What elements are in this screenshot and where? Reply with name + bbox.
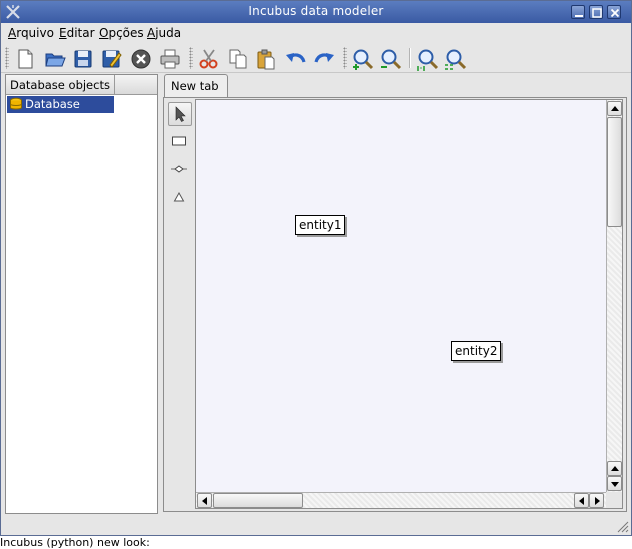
- relationship-tool-button[interactable]: [168, 158, 192, 182]
- tree-item-label: Database: [25, 97, 80, 111]
- menu-arquivo[interactable]: Arquivo: [8, 26, 54, 40]
- close-button[interactable]: [607, 5, 621, 19]
- cut-icon: [199, 49, 218, 69]
- scroll-left-button-right[interactable]: [574, 493, 589, 508]
- arrow-left-icon: [202, 497, 207, 505]
- paste-button[interactable]: [254, 47, 278, 71]
- scroll-left-button[interactable]: [197, 493, 212, 508]
- inheritance-tool-button[interactable]: [168, 186, 192, 210]
- arrow-up-icon: [611, 106, 619, 111]
- stop-icon: [131, 49, 151, 69]
- print-icon: [160, 49, 180, 69]
- scroll-up-button[interactable]: [607, 101, 622, 116]
- save-button[interactable]: [71, 47, 95, 71]
- database-icon: [10, 97, 22, 110]
- tree-header: Database objects: [6, 75, 157, 95]
- open-button[interactable]: [43, 47, 67, 71]
- new-document-icon: [18, 49, 33, 69]
- zoom-fit-icon: [445, 49, 467, 70]
- scroll-down-button[interactable]: [607, 476, 622, 491]
- paste-icon: [257, 49, 275, 70]
- save-as-button[interactable]: [99, 47, 123, 71]
- toolbar-grip[interactable]: [5, 47, 9, 69]
- zoom-1-1-icon: [417, 49, 439, 71]
- scroll-up-button-lower[interactable]: [607, 461, 622, 476]
- maximize-button[interactable]: [589, 5, 603, 19]
- app-window: Incubus data modeler Arquivo Editar Opçõ…: [0, 0, 632, 536]
- horizontal-scrollbar[interactable]: [196, 492, 606, 508]
- arrow-down-icon: [611, 482, 619, 487]
- entity-rect-icon: [172, 136, 186, 146]
- menu-arquivo-label: rquivo: [16, 26, 54, 40]
- close-icon: [610, 8, 620, 18]
- menu-ajuda-label: juda: [155, 26, 182, 40]
- toolbar-separator: [409, 48, 411, 68]
- tree-column-header[interactable]: Database objects: [6, 75, 115, 94]
- stop-button[interactable]: [129, 47, 153, 71]
- horizontal-scroll-thumb[interactable]: [213, 493, 303, 508]
- window-title: Incubus data modeler: [248, 4, 384, 18]
- menu-bar: Arquivo Editar Opções Ajuda: [1, 23, 631, 43]
- undo-icon: [286, 53, 306, 63]
- main-toolbar: [1, 43, 631, 73]
- undo-button[interactable]: [284, 47, 308, 71]
- open-folder-icon: [45, 53, 66, 67]
- relationship-icon: [171, 165, 187, 173]
- tool-palette: [166, 100, 192, 510]
- menu-editar-label: ditar: [66, 26, 95, 40]
- menu-ajuda[interactable]: Ajuda: [147, 26, 181, 40]
- save-as-icon: [102, 50, 122, 68]
- resize-grip-icon[interactable]: [617, 521, 629, 533]
- zoom-in-button[interactable]: [351, 47, 375, 71]
- pointer-icon: [175, 106, 186, 122]
- scroll-right-button[interactable]: [589, 493, 604, 508]
- menu-editar[interactable]: Editar: [59, 26, 95, 40]
- minimize-button[interactable]: [571, 5, 585, 19]
- vertical-scrollbar[interactable]: [606, 100, 622, 492]
- vertical-scroll-thumb[interactable]: [607, 117, 622, 227]
- redo-button[interactable]: [312, 47, 336, 71]
- zoom-in-icon: [353, 49, 374, 70]
- copy-button[interactable]: [226, 47, 250, 71]
- status-bar: [1, 515, 631, 535]
- title-bar[interactable]: Incubus data modeler: [1, 1, 631, 23]
- new-button[interactable]: [13, 47, 37, 71]
- redo-icon: [314, 53, 334, 63]
- tree-item-database[interactable]: Database: [7, 96, 114, 113]
- tab-new-tab[interactable]: New tab: [164, 74, 228, 98]
- print-button[interactable]: [158, 47, 182, 71]
- toolbar-grip-2[interactable]: [189, 47, 193, 69]
- arrow-up-icon: [611, 466, 619, 471]
- maximize-icon: [592, 8, 602, 18]
- tree-column-header-empty[interactable]: [115, 75, 157, 94]
- menu-opcoes[interactable]: Opções: [99, 26, 144, 40]
- entity-box[interactable]: entity1: [295, 215, 346, 235]
- zoom-out-icon: [381, 49, 402, 70]
- screenshot-caption: Incubus (python) new look:: [0, 537, 150, 549]
- inheritance-icon: [173, 191, 185, 202]
- arrow-right-icon: [595, 497, 600, 505]
- database-objects-panel: Database objects Database: [5, 74, 158, 514]
- toolbar-grip-3[interactable]: [343, 47, 347, 69]
- zoom-fit-button[interactable]: [444, 47, 468, 71]
- scroll-corner: [606, 492, 622, 508]
- minimize-icon: [575, 15, 583, 17]
- menu-opcoes-label: pções: [108, 26, 144, 40]
- pointer-tool-button[interactable]: [168, 102, 192, 126]
- entity-box[interactable]: entity2: [451, 341, 502, 361]
- zoom-out-button[interactable]: [379, 47, 403, 71]
- menu-arquivo-mnemonic: A: [8, 26, 17, 40]
- diagram-canvas[interactable]: entity1 entity2: [195, 99, 623, 509]
- save-icon: [74, 50, 92, 68]
- cut-button[interactable]: [197, 47, 221, 71]
- arrow-left-icon: [579, 497, 584, 505]
- copy-icon: [229, 49, 247, 69]
- tab-content: entity1 entity2: [163, 97, 627, 512]
- menu-ajuda-mnemonic: A: [147, 26, 156, 40]
- entity-tool-button[interactable]: [168, 130, 192, 154]
- zoom-1-1-button[interactable]: [416, 47, 440, 71]
- menu-editar-mnemonic: E: [59, 26, 67, 40]
